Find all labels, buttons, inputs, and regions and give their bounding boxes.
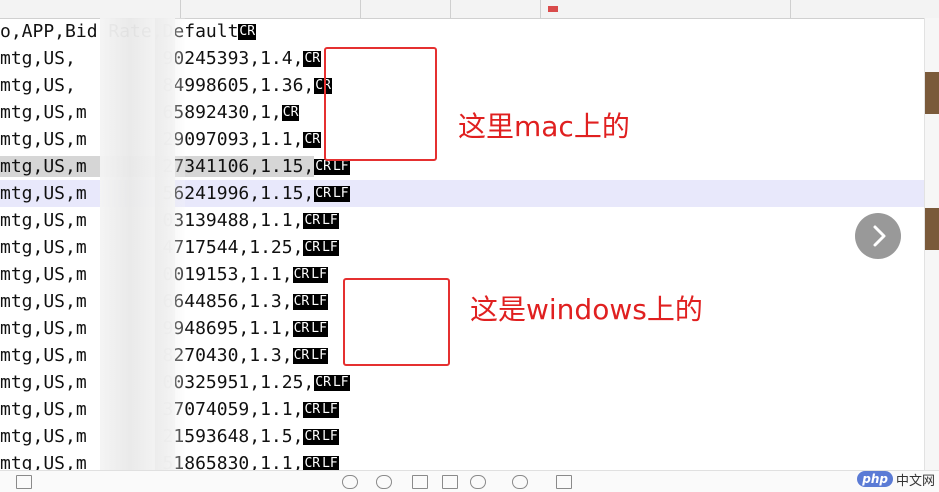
cr-marker: CR <box>303 456 322 470</box>
bottom-toolbar <box>0 470 939 492</box>
mac-annotation-box <box>324 47 437 161</box>
cr-marker: CR <box>292 348 311 364</box>
cr-marker: CR <box>314 375 332 391</box>
top-tab-strip <box>0 0 939 19</box>
cr-marker: CR <box>303 213 322 229</box>
actual-size-icon[interactable] <box>442 475 458 489</box>
zoom-out-icon[interactable] <box>342 475 358 489</box>
lf-marker: LF <box>310 348 328 364</box>
toolbar-box-icon[interactable] <box>16 475 32 489</box>
next-button[interactable] <box>855 213 901 259</box>
cr-marker: CR <box>281 105 300 121</box>
windows-annotation-box <box>343 278 450 366</box>
lf-marker: LF <box>321 456 339 470</box>
cr-marker: CR <box>292 321 311 337</box>
cr-marker: CR <box>303 132 322 148</box>
lf-marker: LF <box>310 294 328 310</box>
lf-marker: LF <box>321 240 339 256</box>
cr-marker: CR <box>238 24 257 40</box>
windows-annotation-label: 这是windows上的 <box>470 293 703 326</box>
watermark-site-name: 中文网 <box>895 473 935 489</box>
tab-marker-icon <box>548 6 558 12</box>
lf-marker: LF <box>310 267 328 283</box>
tab-divider <box>180 0 181 18</box>
lf-marker: LF <box>331 159 350 175</box>
cr-marker: CR <box>303 402 322 418</box>
side-thumbnail <box>925 208 939 250</box>
tab-divider <box>450 0 451 18</box>
zoom-in-icon[interactable] <box>376 475 392 489</box>
cr-marker: CR <box>303 51 322 67</box>
download-icon[interactable] <box>512 475 528 489</box>
cr-marker: CR <box>303 429 322 445</box>
cr-marker: CR <box>292 294 311 310</box>
mac-annotation-label: 这里mac上的 <box>458 110 630 143</box>
php-logo: php <box>857 471 893 487</box>
cr-marker: CR <box>314 159 332 175</box>
lf-marker: LF <box>331 186 350 202</box>
lf-marker: LF <box>321 402 339 418</box>
side-thumbnail <box>925 72 939 114</box>
tab-divider <box>790 0 791 18</box>
fit-page-icon[interactable] <box>412 475 428 489</box>
rotate-icon[interactable] <box>470 475 486 489</box>
more-icon[interactable] <box>556 475 572 489</box>
cr-marker: CR <box>292 267 311 283</box>
lf-marker: LF <box>331 375 350 391</box>
cr-marker: CR <box>303 240 322 256</box>
tab-divider <box>360 0 361 18</box>
site-watermark: php 中文网 <box>857 468 935 490</box>
lf-marker: LF <box>321 429 339 445</box>
lf-marker: LF <box>310 321 328 337</box>
tab-divider <box>540 0 541 18</box>
cr-marker: CR <box>314 186 332 202</box>
lf-marker: LF <box>321 213 339 229</box>
redacted-area-edge <box>155 18 185 470</box>
